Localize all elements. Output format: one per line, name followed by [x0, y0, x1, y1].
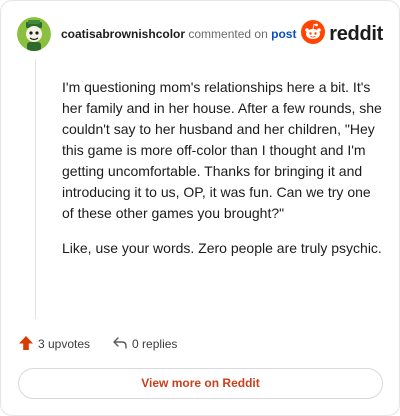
comment-header: coatisabrownishcolor commented on post r…	[17, 17, 383, 51]
upvotes-stat[interactable]: 3 upvotes	[18, 335, 90, 354]
comment-meta: coatisabrownishcolor commented on post	[61, 26, 301, 42]
avatar-icon[interactable]	[17, 17, 51, 51]
replies-stat[interactable]: 0 replies	[112, 335, 177, 354]
thread-line	[35, 59, 36, 319]
comment-body: I'm questioning mom's relationships here…	[62, 77, 385, 273]
reddit-wordmark: reddit	[329, 22, 383, 45]
reddit-logo-icon	[301, 19, 326, 49]
view-more-on-reddit-button[interactable]: View more on Reddit	[18, 368, 383, 399]
comment-embed-card: coatisabrownishcolor commented on post r…	[0, 0, 400, 416]
post-link[interactable]: post	[271, 27, 296, 41]
upvote-arrow-icon	[18, 335, 34, 354]
upvotes-count: 3 upvotes	[38, 337, 91, 351]
comment-paragraph: Like, use your words. Zero people are tr…	[62, 240, 382, 256]
replies-count: 0 replies	[132, 337, 178, 351]
username-link[interactable]: coatisabrownishcolor	[61, 27, 185, 41]
reply-arrow-icon	[112, 335, 128, 354]
comment-paragraph: I'm questioning mom's relationships here…	[62, 79, 382, 221]
comment-footer: 3 upvotes 0 replies	[18, 334, 177, 354]
reddit-brand[interactable]: reddit	[301, 19, 383, 49]
action-text: commented on	[188, 27, 268, 41]
